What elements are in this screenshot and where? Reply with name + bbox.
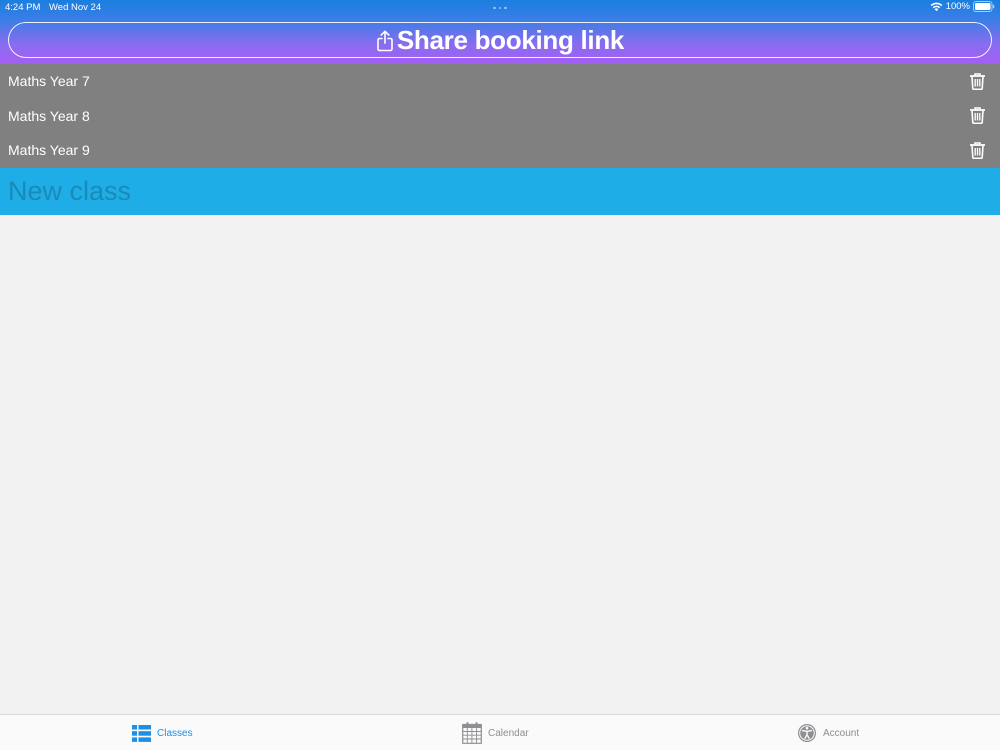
- accessibility-icon: [798, 724, 816, 742]
- new-class-input[interactable]: [0, 168, 1000, 215]
- status-indicators: 100%: [930, 1, 995, 12]
- tab-account[interactable]: Account: [797, 715, 859, 750]
- share-booking-link-button[interactable]: Share booking link: [8, 22, 992, 58]
- tab-label: Classes: [157, 727, 193, 739]
- new-class-bar: [0, 168, 1000, 215]
- battery-icon: [973, 1, 995, 12]
- tab-label: Calendar: [488, 727, 529, 739]
- tab-classes[interactable]: Classes: [132, 715, 193, 750]
- share-icon: [377, 30, 393, 52]
- tab-label: Account: [823, 727, 860, 739]
- class-row[interactable]: Maths Year 9: [0, 133, 1000, 168]
- tab-bar: Classes Calendar Account: [0, 714, 1000, 750]
- header-banner: 4:24 PM Wed Nov 24 100% Share booking li…: [0, 0, 1000, 64]
- class-name: Maths Year 9: [8, 142, 90, 159]
- class-row[interactable]: Maths Year 7: [0, 64, 1000, 99]
- status-date: Wed Nov 24: [49, 2, 102, 13]
- tab-calendar[interactable]: Calendar: [462, 715, 529, 750]
- calendar-icon: [462, 722, 482, 744]
- class-row[interactable]: Maths Year 8: [0, 99, 1000, 134]
- class-name: Maths Year 8: [8, 107, 90, 124]
- share-button-label: Share booking link: [396, 24, 625, 55]
- trash-icon[interactable]: [970, 107, 985, 125]
- wifi-icon: [930, 2, 943, 12]
- class-name: Maths Year 7: [8, 73, 90, 89]
- status-time: 4:24 PM: [5, 2, 41, 13]
- battery-percentage: 100%: [945, 1, 970, 12]
- status-bar: 4:24 PM Wed Nov 24 100%: [0, 0, 1000, 15]
- multitasking-dots-icon[interactable]: [491, 2, 509, 14]
- list-icon: [132, 724, 151, 742]
- trash-icon[interactable]: [970, 142, 985, 159]
- class-list: Maths Year 7 Maths Year 8 Maths Year 9: [0, 64, 1000, 168]
- trash-icon[interactable]: [970, 72, 985, 90]
